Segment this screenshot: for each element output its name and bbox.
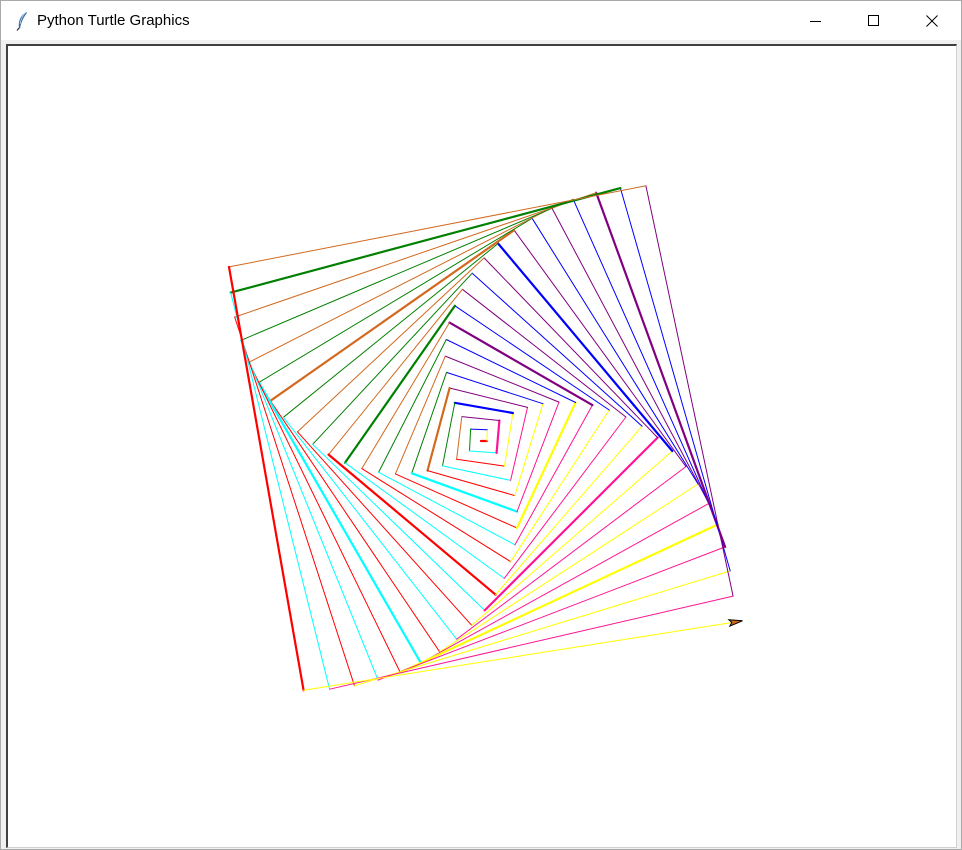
turtle-canvas[interactable] — [6, 44, 957, 848]
pen-stroke — [297, 257, 485, 433]
pen-stroke — [248, 207, 553, 363]
pen-stroke — [258, 217, 533, 383]
pen-stroke — [439, 483, 699, 653]
minimize-icon — [810, 20, 821, 22]
pen-stroke — [228, 185, 647, 268]
pen-stroke — [515, 401, 577, 530]
pen-stroke — [456, 458, 505, 467]
pen-stroke — [453, 401, 514, 415]
pen-stroke — [378, 471, 516, 546]
close-button[interactable] — [903, 1, 961, 40]
maximize-button[interactable] — [845, 1, 903, 40]
maximize-icon — [868, 14, 879, 26]
close-icon — [926, 14, 938, 27]
pen-stroke — [227, 265, 305, 692]
pen-stroke — [551, 207, 710, 504]
pen-stroke — [394, 355, 446, 475]
pen-stroke — [312, 272, 473, 445]
window-controls — [787, 1, 961, 40]
pen-stroke — [513, 229, 687, 468]
pen-stroke — [514, 404, 593, 546]
pen-stroke — [282, 416, 458, 640]
pen-stroke — [469, 450, 498, 454]
pen-stroke — [483, 436, 659, 612]
spiral-drawing — [227, 185, 743, 692]
title-bar[interactable]: Python Turtle Graphics — [1, 1, 961, 40]
pen-stroke — [510, 409, 610, 563]
pen-stroke — [469, 428, 472, 452]
pen-stroke — [504, 412, 514, 467]
pen-stroke — [444, 355, 560, 403]
pen-stroke — [240, 339, 379, 681]
pen-stroke — [410, 472, 519, 513]
pen-stroke — [344, 462, 505, 579]
pen-stroke — [470, 428, 488, 431]
pen-stroke — [343, 304, 456, 464]
feather-icon — [7, 1, 37, 40]
pen-stroke — [454, 305, 610, 411]
pen-stroke — [378, 339, 447, 473]
pen-stroke — [619, 187, 731, 572]
pen-stroke — [461, 288, 627, 418]
minimize-button[interactable] — [787, 1, 845, 40]
window-title: Python Turtle Graphics — [37, 12, 190, 29]
pen-stroke — [230, 292, 331, 690]
pen-stroke — [229, 187, 622, 294]
pen-stroke — [248, 361, 401, 673]
pen-stroke — [442, 402, 456, 467]
pen-stroke — [234, 316, 355, 687]
pen-stroke — [461, 416, 500, 421]
pen-stroke — [354, 570, 731, 687]
pen-stroke — [426, 386, 451, 472]
pen-stroke — [572, 198, 719, 525]
turtle-window: Python Turtle Graphics — [0, 0, 962, 850]
pen-stroke — [456, 466, 687, 640]
pen-stroke — [510, 406, 528, 481]
pen-stroke — [495, 419, 501, 454]
pen-stroke — [420, 502, 710, 664]
pen-stroke — [456, 416, 463, 460]
pen-stroke — [257, 381, 422, 665]
pen-stroke — [377, 546, 726, 681]
